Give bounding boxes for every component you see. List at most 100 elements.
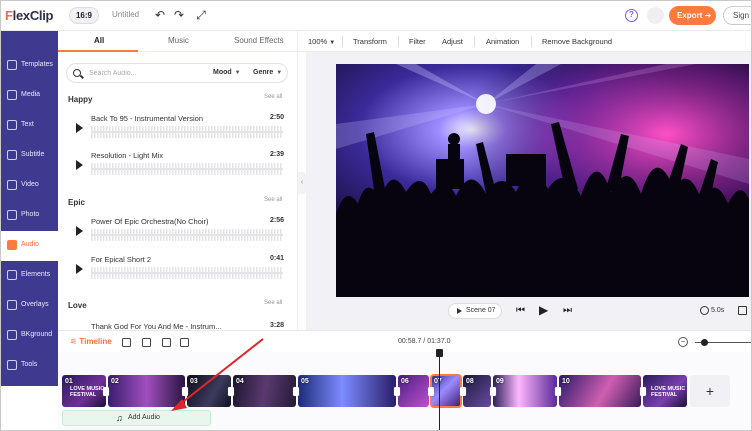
see-all-link[interactable]: See all — [264, 300, 282, 306]
tab-music[interactable]: Music — [168, 36, 189, 45]
sidebar-item-bkground[interactable]: BKground — [1, 321, 58, 351]
duplicate-icon[interactable] — [162, 338, 171, 347]
clip-number: 06 — [401, 378, 409, 385]
zoom-slider-handle[interactable] — [701, 339, 708, 346]
transition-marker[interactable] — [490, 387, 496, 396]
clip-number: 07 — [434, 378, 442, 385]
sign-in-button[interactable]: Sign — [723, 6, 751, 25]
add-audio-button[interactable]: ♫ Add Audio — [62, 410, 211, 426]
audio-track[interactable]: Power Of Epic Orchestra(No Choir) 2:56 — [58, 214, 297, 250]
avatar[interactable] — [647, 7, 664, 24]
transition-marker[interactable] — [293, 387, 299, 396]
tab-sound-effects[interactable]: Sound Effects — [234, 36, 284, 45]
scene-duration[interactable]: 5.0s — [711, 307, 724, 314]
sidebar-item-photo[interactable]: Photo — [1, 201, 58, 231]
zoom-select[interactable]: 100% ▼ — [308, 37, 335, 46]
tab-all[interactable]: All — [94, 36, 104, 45]
scene-clips: 01 LOVE MUSIC FESTIVAL 02 03 04 05 06 07… — [60, 374, 687, 408]
next-icon[interactable]: ⏭ — [563, 305, 572, 316]
transition-marker[interactable] — [640, 387, 646, 396]
help-icon[interactable]: ? — [625, 9, 638, 22]
sidebar-item-tools[interactable]: Tools — [1, 351, 58, 381]
divider — [342, 36, 343, 47]
scene-clip[interactable]: LOVE MUSIC FESTIVAL — [643, 375, 687, 407]
transition-marker[interactable] — [555, 387, 561, 396]
playhead[interactable] — [439, 352, 440, 430]
sidebar-item-label: Elements — [21, 271, 51, 278]
clip-number: 02 — [111, 378, 119, 385]
video-preview[interactable] — [336, 64, 749, 297]
divider — [398, 36, 399, 47]
track-duration: 0:41 — [270, 255, 285, 262]
play-icon[interactable] — [76, 123, 83, 133]
fullscreen-icon[interactable]: ⤢ — [193, 7, 209, 23]
project-title[interactable]: Untitled — [112, 10, 139, 19]
export-button[interactable]: Export ➔ — [669, 6, 716, 25]
play-button[interactable]: ▶ — [539, 303, 548, 317]
remove-background-button[interactable]: Remove Background — [542, 37, 612, 46]
timeline-toggle[interactable]: ⚟ Timeline — [70, 337, 112, 346]
animation-button[interactable]: Animation — [486, 37, 519, 46]
audio-track[interactable]: For Epical Short 2 0:41 — [58, 252, 297, 288]
filter-button[interactable]: Filter — [409, 37, 426, 46]
scene-clip[interactable]: 09 — [493, 375, 557, 407]
sidebar-item-templates[interactable]: Templates — [1, 51, 58, 81]
add-scene-icon[interactable] — [122, 338, 131, 347]
adjust-button[interactable]: Adjust — [442, 37, 463, 46]
audio-track[interactable]: Resolution - Light Mix 2:39 — [58, 148, 297, 184]
play-icon[interactable] — [76, 160, 83, 170]
elements-icon — [7, 270, 17, 280]
clock-icon[interactable] — [700, 306, 709, 315]
transition-marker[interactable] — [428, 387, 434, 396]
scene-clip[interactable]: 05 — [298, 375, 396, 407]
scene-clip-selected[interactable]: 07 — [430, 374, 462, 408]
scene-clip[interactable]: 08 — [463, 375, 491, 407]
sidebar-item-video[interactable]: Video — [1, 171, 58, 201]
scene-clip[interactable]: 10 — [559, 375, 641, 407]
flexclip-logo[interactable]: FlexClip — [5, 8, 53, 23]
genre-select[interactable]: Genre ▼ — [253, 69, 282, 76]
audio-track[interactable]: Back To 95 - Instrumental Version 2:50 — [58, 111, 297, 147]
mood-select[interactable]: Mood ▼ — [213, 69, 241, 76]
previous-icon[interactable]: ⏮ — [516, 305, 525, 316]
play-icon[interactable] — [76, 264, 83, 274]
transition-marker[interactable] — [460, 387, 466, 396]
play-icon[interactable] — [76, 226, 83, 236]
divider — [474, 36, 475, 47]
transition-marker[interactable] — [103, 387, 109, 396]
sidebar-item-label: Overlays — [21, 301, 49, 308]
sidebar-item-overlays[interactable]: Overlays — [1, 291, 58, 321]
split-icon[interactable] — [142, 338, 151, 347]
clip-number: 01 — [65, 378, 73, 385]
aspect-ratio-button[interactable]: 16:9 — [69, 7, 99, 24]
zoom-out-icon[interactable]: − — [678, 337, 688, 347]
sidebar-item-media[interactable]: Media — [1, 81, 58, 111]
scene-clip[interactable]: 02 — [108, 375, 185, 407]
scene-clip[interactable]: 03 — [187, 375, 231, 407]
sidebar-item-subtitle[interactable]: Subtitle — [1, 141, 58, 171]
see-all-link[interactable]: See all — [264, 197, 282, 203]
undo-icon[interactable]: ↶ — [152, 7, 168, 23]
transition-marker[interactable] — [182, 387, 188, 396]
scene-selector[interactable]: Scene 07 — [448, 303, 502, 319]
sidebar-item-audio[interactable]: Audio — [1, 231, 58, 261]
redo-icon[interactable]: ↷ — [171, 7, 187, 23]
photo-icon — [7, 210, 17, 220]
add-scene-button[interactable]: + — [690, 375, 730, 407]
transition-marker[interactable] — [394, 387, 400, 396]
playhead-handle[interactable] — [436, 349, 443, 357]
collapse-panel-button[interactable]: ‹ — [298, 172, 306, 194]
search-input[interactable] — [89, 67, 199, 80]
scene-clip[interactable]: 06 — [398, 375, 429, 407]
sidebar-item-elements[interactable]: Elements — [1, 261, 58, 291]
scene-clip[interactable]: 01 LOVE MUSIC FESTIVAL — [62, 375, 106, 407]
audio-panel: All Music Sound Effects Mood▼ Genre▼ Hap… — [58, 31, 298, 331]
scene-clip[interactable]: 04 — [233, 375, 296, 407]
transform-button[interactable]: Transform — [353, 37, 387, 46]
transition-marker[interactable] — [228, 387, 234, 396]
expand-icon[interactable] — [738, 306, 747, 315]
see-all-link[interactable]: See all — [264, 94, 282, 100]
delete-icon[interactable] — [180, 338, 189, 347]
track-title: Resolution - Light Mix — [91, 151, 164, 160]
sidebar-item-text[interactable]: Text — [1, 111, 58, 141]
